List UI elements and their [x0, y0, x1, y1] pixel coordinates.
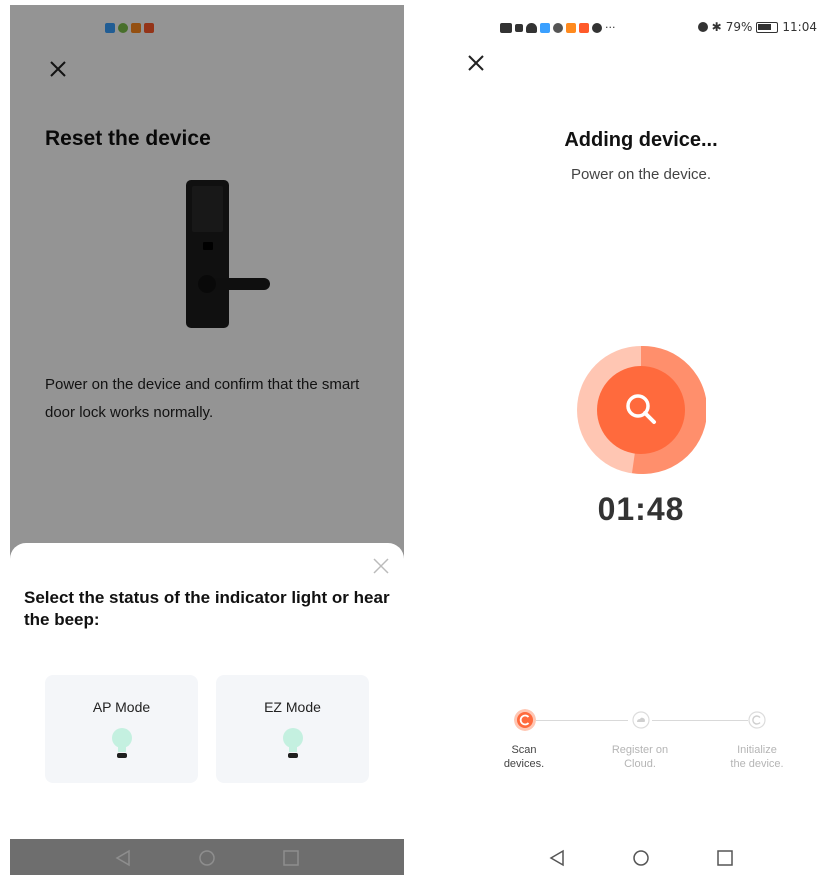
home-icon[interactable]	[198, 849, 216, 867]
status-right: ✱ 79% 11:04	[697, 20, 817, 34]
app-play-icon	[566, 22, 576, 33]
app-shield-icon	[540, 22, 550, 33]
ez-mode-label: EZ Mode	[264, 699, 321, 715]
home-icon[interactable]	[632, 849, 650, 867]
hd-icon	[500, 22, 512, 33]
indicator-status-sheet: Select the status of the indicator light…	[10, 543, 404, 843]
cloud-step-icon	[632, 711, 650, 729]
recents-icon[interactable]	[716, 849, 734, 867]
page-subtitle: Power on the device.	[570, 166, 712, 183]
signal-icon	[515, 23, 523, 32]
system-nav-bar	[10, 839, 404, 875]
chat-icon	[592, 22, 602, 33]
wifi-icon	[526, 22, 537, 33]
status-time: 11:04	[782, 20, 817, 34]
adding-device-screen: ··· ✱ 79% 11:04 Adding device... Power o…	[444, 5, 829, 875]
step-connector	[536, 720, 628, 721]
status-icons: ···	[500, 21, 616, 34]
app-game-icon	[579, 22, 589, 33]
bluetooth-icon: ✱	[711, 20, 722, 34]
sheet-title: Select the status of the indicator light…	[24, 588, 390, 629]
step-label-initialize: Initialize the device.	[730, 744, 784, 770]
battery-percent: 79%	[725, 20, 753, 34]
step-connector	[652, 720, 748, 721]
sheet-close-icon[interactable]	[372, 557, 390, 575]
app-browser-icon	[553, 22, 563, 33]
back-icon[interactable]	[114, 849, 132, 867]
back-icon[interactable]	[548, 849, 566, 867]
countdown-timer: 01:48	[597, 491, 685, 527]
indicator-bulb-icon	[112, 728, 132, 758]
ez-mode-option[interactable]: EZ Mode	[216, 675, 369, 783]
close-icon[interactable]	[466, 53, 486, 73]
system-nav-bar	[444, 839, 829, 875]
battery-icon	[756, 21, 779, 33]
ap-mode-option[interactable]: AP Mode	[45, 675, 198, 783]
ap-mode-label: AP Mode	[92, 699, 151, 715]
status-bar: ··· ✱ 79% 11:04	[444, 5, 829, 49]
indicator-bulb-icon	[283, 728, 303, 758]
scanning-indicator	[577, 345, 706, 474]
step-label-register: Register on Cloud.	[611, 744, 669, 770]
recents-icon[interactable]	[282, 849, 300, 867]
alarm-icon	[697, 22, 708, 32]
step-label-scan: Scan devices.	[503, 744, 545, 770]
initialize-step-icon	[748, 711, 766, 729]
more-notifications-icon: ···	[605, 21, 616, 34]
scan-step-icon	[514, 709, 536, 731]
reset-device-screen: ··· ✱ 79% 11:04 Reset the device Power o…	[10, 5, 404, 875]
progress-steps: Scan devices. Register on Cloud. Initializ…	[444, 705, 829, 785]
page-title: Adding device...	[564, 129, 718, 151]
